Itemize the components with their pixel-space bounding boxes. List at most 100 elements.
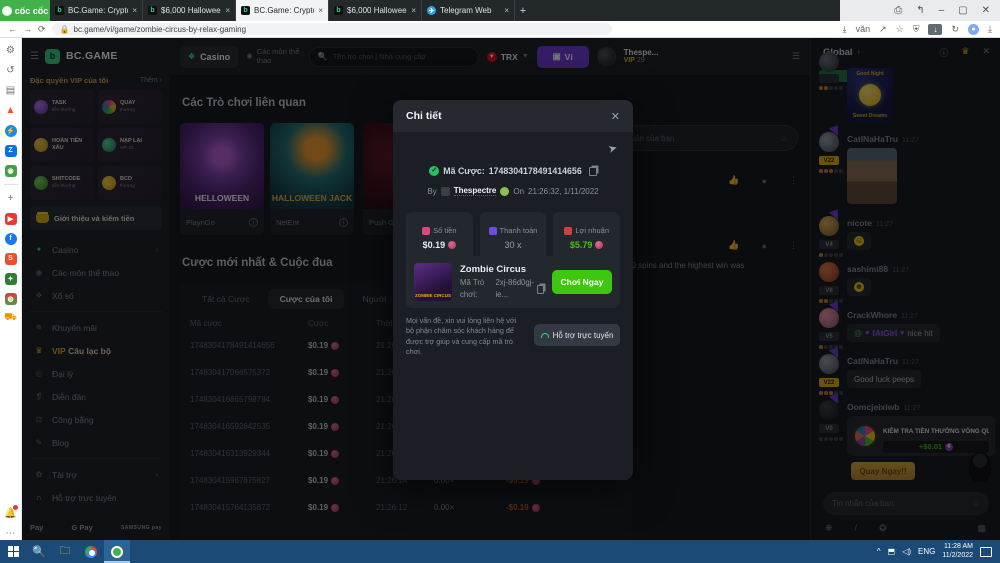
- adblock-shield-icon[interactable]: ⛨: [913, 24, 920, 35]
- coccoc-taskbar-icon[interactable]: [104, 540, 130, 563]
- screen-capture-icon[interactable]: ⎙: [894, 5, 902, 16]
- tab-close-icon[interactable]: ×: [504, 6, 509, 15]
- coccoc-brand[interactable]: cốc cốc: [0, 0, 50, 21]
- bcgame-favicon: b: [148, 6, 157, 15]
- minimize-button[interactable]: –: [939, 5, 945, 16]
- bet-id-row: ✓ Mã Cược: 1748304178491414656: [393, 166, 633, 176]
- modal-close-icon[interactable]: ✕: [611, 110, 620, 123]
- facebook-icon[interactable]: f: [4, 232, 17, 245]
- profile-icon[interactable]: ●: [968, 24, 979, 35]
- close-button[interactable]: ✕: [982, 5, 990, 16]
- volume-icon[interactable]: ◁): [902, 547, 911, 556]
- start-button[interactable]: [0, 540, 26, 563]
- notification-dot: [13, 505, 18, 510]
- bet-id: 1748304178491414656: [489, 166, 582, 176]
- share-icon[interactable]: ↗: [879, 24, 887, 35]
- game-code: Mã Trò chơi: 2xj-86d0gj-ie...: [460, 277, 544, 300]
- screen: cốc cốc bBC.Game: Crypto Casino Gam× b$6…: [0, 0, 1000, 563]
- zalo-icon[interactable]: Z: [4, 144, 17, 157]
- network-icon[interactable]: ⬒: [888, 547, 896, 556]
- tab-close-icon[interactable]: ×: [132, 6, 137, 15]
- game-row: ZOMBIE CIRCUS Zombie Circus Mã Trò chơi:…: [406, 256, 620, 308]
- restore-down-icon[interactable]: ↰: [916, 5, 924, 16]
- amount-icon: [422, 227, 430, 235]
- tab-bcgame-1[interactable]: bBC.Game: Crypto Casino Gam×: [50, 0, 143, 21]
- tab-bcgame-2-active[interactable]: bBC.Game: Crypto Casino Gam×: [236, 0, 329, 21]
- headset-icon: [541, 333, 549, 338]
- cocmall-icon[interactable]: ◍: [4, 292, 17, 305]
- forward-icon[interactable]: →: [23, 24, 32, 34]
- coccoc-sidebar: ⚙ ↺ ▤ ▲ ⚡ Z ◉ + ▶ f S ✦ ◍ ⛟ 🔔 ⋯: [0, 38, 22, 540]
- notification-bell-icon[interactable]: 🔔: [4, 507, 17, 520]
- translate-icon[interactable]: văn: [856, 24, 871, 34]
- back-icon[interactable]: ←: [8, 24, 17, 34]
- bet-author-row: By Thespectre On 21:26:32, 1/11/2022: [393, 186, 633, 196]
- reload-icon[interactable]: ⟳: [38, 24, 46, 35]
- game-thumbnail[interactable]: ZOMBIE CIRCUS: [414, 263, 452, 301]
- address-bar[interactable]: 🔒 bc.game/vi/game/zombie-circus-by-relax…: [52, 23, 612, 35]
- games-icon[interactable]: ◉: [4, 164, 17, 177]
- mini-avatar: [441, 187, 450, 196]
- game-name: Zombie Circus: [460, 263, 544, 277]
- tab-close-icon[interactable]: ×: [225, 6, 230, 15]
- play-now-button[interactable]: Chơi Ngay: [552, 270, 612, 294]
- more-icon[interactable]: ⋯: [4, 527, 17, 540]
- telegram-favicon: ✈: [427, 6, 436, 15]
- bet-details-modal: Chi tiết ✕ ➤ ✓ Mã Cược: 1748304178491414…: [393, 100, 633, 480]
- file-explorer-icon[interactable]: 🗀: [52, 540, 78, 563]
- youtube-icon[interactable]: ▶: [4, 212, 17, 225]
- window-controls: ⎙ ↰ – ▢ ✕: [840, 0, 1000, 21]
- downloads-icon[interactable]: ↓: [928, 24, 942, 35]
- coccoc-logo-icon: [2, 6, 12, 16]
- language-indicator[interactable]: ENG: [918, 547, 935, 556]
- tray-expand-icon[interactable]: ^: [877, 547, 881, 556]
- taskbar-search-icon[interactable]: 🔍: [26, 540, 52, 563]
- profit-icon: [564, 227, 572, 235]
- live-support-button[interactable]: Hỗ trợ trực tuyến: [534, 324, 620, 346]
- coin-icon: [595, 241, 603, 249]
- tab-telegram[interactable]: ✈Telegram Web×: [422, 0, 515, 21]
- save-page-icon[interactable]: ⤓: [843, 24, 847, 35]
- verified-shield-icon: ✓: [429, 166, 439, 176]
- bookmark-star-icon[interactable]: ☆: [896, 24, 904, 35]
- tab-close-icon[interactable]: ×: [411, 6, 416, 15]
- shopee-icon[interactable]: S: [4, 252, 17, 265]
- modal-title: Chi tiết: [406, 110, 442, 122]
- tab-close-icon[interactable]: ×: [318, 6, 323, 15]
- chrome-taskbar-icon[interactable]: [78, 540, 104, 563]
- coin-icon: [448, 241, 456, 249]
- messenger-icon[interactable]: ⚡: [4, 124, 17, 137]
- settings-gear-icon[interactable]: ⚙: [4, 44, 17, 57]
- hot-news-flame-icon[interactable]: ▲: [4, 104, 17, 117]
- maximize-button[interactable]: ▢: [958, 5, 967, 16]
- author-name[interactable]: Thespectre: [454, 186, 497, 196]
- payout-icon: [489, 227, 497, 235]
- sync-icon[interactable]: ↻: [951, 24, 959, 35]
- bcgame-favicon: b: [241, 6, 250, 15]
- bcgame-favicon: b: [55, 6, 64, 15]
- action-center-icon[interactable]: [980, 547, 992, 557]
- frog-emoji-icon: [500, 187, 509, 196]
- history-icon[interactable]: ↺: [4, 64, 17, 77]
- gift-icon[interactable]: ✦: [4, 272, 17, 285]
- bcgame-page: ☰ b BC.GAME Đặc quyền VIP của tôi Thêm ›…: [22, 38, 1000, 540]
- add-shortcut-icon[interactable]: +: [4, 192, 17, 205]
- bet-datetime: 21:26:32, 1/11/2022: [528, 187, 599, 196]
- cart-icon[interactable]: ⛟: [4, 312, 17, 325]
- share-arrow-icon[interactable]: ➤: [606, 141, 618, 156]
- brand-label: cốc cốc: [15, 6, 49, 16]
- taskbar-clock[interactable]: 11:28 AM11/2/2022: [942, 543, 973, 561]
- lock-icon: 🔒: [60, 25, 70, 34]
- sidebar-divider: [4, 184, 18, 185]
- bcgame-favicon: b: [334, 6, 343, 15]
- tab-halloween-1[interactable]: b$6,000 Halloween Slot Battl×: [143, 0, 236, 21]
- download-tray-icon[interactable]: ⤓: [988, 24, 992, 35]
- copy-icon[interactable]: [589, 167, 597, 176]
- reading-list-icon[interactable]: ▤: [4, 84, 17, 97]
- new-tab-button[interactable]: +: [515, 0, 531, 21]
- browser-toolbar: ← → ⟳ 🔒 bc.game/vi/game/zombie-circus-by…: [0, 21, 1000, 38]
- tab-halloween-2[interactable]: b$6,000 Halloween Slot Battl×: [329, 0, 422, 21]
- support-note: Mọi vấn đề, xin vui lòng liên hệ với bộ …: [406, 316, 526, 358]
- copy-icon[interactable]: [537, 285, 544, 294]
- windows-taskbar: 🔍 🗀 ^ ⬒ ◁) ENG 11:28 AM11/2/2022: [0, 540, 1000, 563]
